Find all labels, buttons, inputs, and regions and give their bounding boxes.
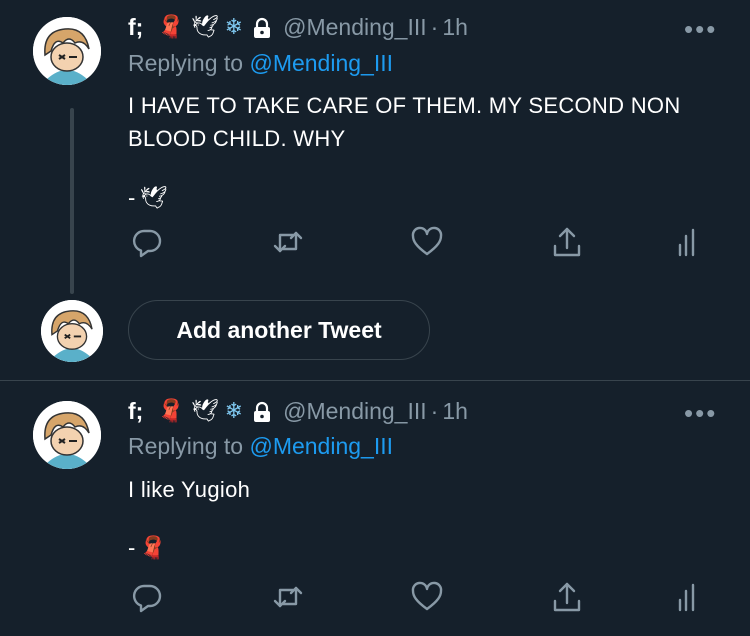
separator: · [430,398,439,424]
display-name[interactable]: f; [128,14,143,41]
tweet-text: I like Yugioh [128,473,250,506]
analytics-icon[interactable] [673,580,707,614]
replying-mention[interactable]: @Mending_III [249,433,393,459]
tweet-text-line: I like Yugioh [128,477,251,502]
tweet-header: f; 🧣 🕊 ❄ @Mending_III · 1h [128,14,468,41]
tweet-text-line: BLOOD CHILD. WHY [128,126,346,151]
replying-label: Replying to [128,433,244,459]
share-icon[interactable] [550,580,584,614]
more-icon[interactable]: ••• [684,398,717,429]
replying-mention[interactable]: @Mending_III [249,50,393,76]
display-name[interactable]: f; [128,398,143,425]
lock-icon [251,401,273,423]
scarf-emoji: 🧣 [157,399,185,424]
tweet-signature: - 🕊 [128,185,173,211]
share-icon[interactable] [550,225,584,259]
handle[interactable]: @Mending_III [283,14,427,41]
more-icon[interactable]: ••• [684,14,717,45]
retweet-icon[interactable] [271,225,305,259]
tweet-signature: - 🧣 [128,535,173,561]
separator: · [430,14,439,40]
snowflake-emoji: ❄ [224,399,244,424]
analytics-icon[interactable] [673,225,707,259]
avatar[interactable] [33,401,101,469]
divider [0,380,750,381]
avatar[interactable] [33,17,101,85]
timestamp[interactable]: 1h [442,398,468,425]
thread-line [70,108,74,294]
replying-label: Replying to [128,50,244,76]
tweet-text: I HAVE TO TAKE CARE OF THEM. MY SECOND N… [128,89,681,155]
like-icon[interactable] [410,225,444,259]
scarf-emoji: 🧣 [157,15,185,40]
signature-dash: - [128,185,136,210]
snowflake-emoji: ❄ [224,15,244,40]
reply-icon[interactable] [130,580,164,614]
reply-icon[interactable] [130,225,164,259]
dove-emoji: 🕊 [139,185,168,211]
signature-dash: - [128,535,136,560]
tweet-text-line: I HAVE TO TAKE CARE OF THEM. MY SECOND N… [128,93,681,118]
retweet-icon[interactable] [271,580,305,614]
scarf-emoji: 🧣 [139,535,167,561]
dove-emoji: 🕊 [190,399,219,424]
handle[interactable]: @Mending_III [283,398,427,425]
tweet-header: f; 🧣 🕊 ❄ @Mending_III · 1h [128,398,468,425]
dove-emoji: 🕊 [190,15,219,40]
add-another-tweet-button[interactable]: Add another Tweet [128,300,430,360]
lock-icon [251,17,273,39]
avatar[interactable] [41,300,103,362]
replying-to: Replying to @Mending_III [128,433,393,460]
replying-to: Replying to @Mending_III [128,50,393,77]
timestamp[interactable]: 1h [442,14,468,41]
like-icon[interactable] [410,580,444,614]
